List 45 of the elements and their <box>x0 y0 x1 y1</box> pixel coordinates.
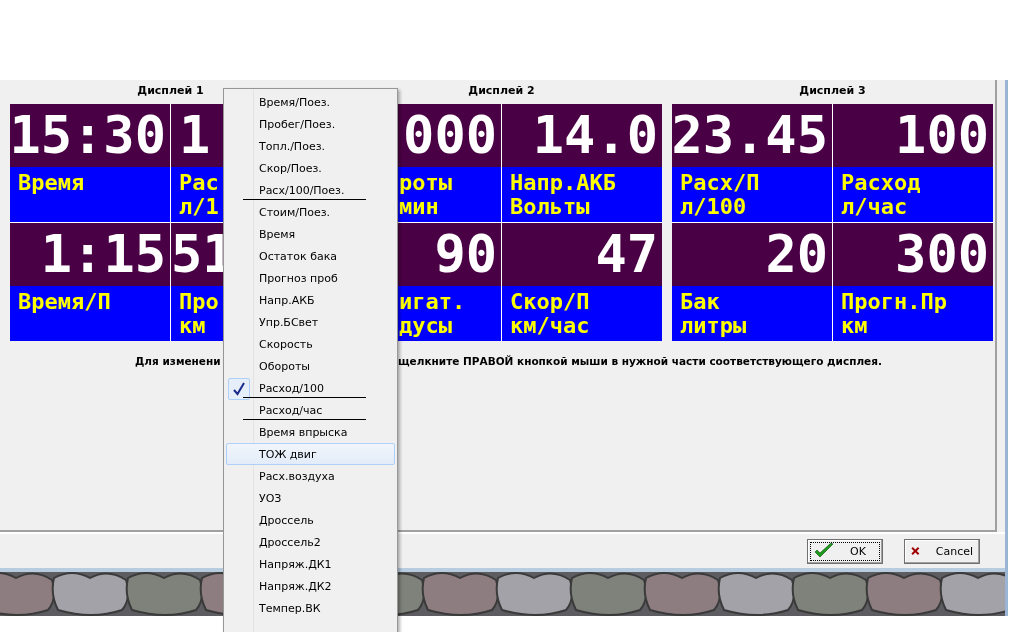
display-value: 14.0 <box>532 104 658 167</box>
menu-item[interactable]: ТОЖ двиг <box>226 443 395 465</box>
display-label: Про км <box>179 289 219 338</box>
menu-item[interactable]: Дроссель2 <box>226 531 395 553</box>
menu-item[interactable]: Обороты <box>226 355 395 377</box>
display-title: Дисплей 3 <box>799 83 866 99</box>
menu-item[interactable]: Расх.воздуха <box>226 465 395 487</box>
display-label: Напр.АКБ Вольты <box>510 170 616 219</box>
check-icon <box>814 543 834 559</box>
display-title: Дисплей 2 <box>468 83 535 99</box>
display-label: Рас л/1 <box>179 170 219 219</box>
menu-item[interactable]: Расход/100 <box>226 377 395 399</box>
display-value: 47 <box>595 223 658 286</box>
menu-item[interactable]: Темпер.ВК <box>226 597 395 619</box>
display-value: 100 <box>895 104 989 167</box>
menu-item[interactable]: УОЗ <box>226 487 395 509</box>
display-label: Время/П <box>18 289 111 314</box>
cancel-button[interactable]: Cancel <box>904 538 980 564</box>
display-label: Расход л/час <box>841 170 921 219</box>
display-value: 20 <box>765 223 828 286</box>
display-value: 300 <box>895 223 989 286</box>
menu-item[interactable]: Дроссель <box>226 509 395 531</box>
hint-text: щелкните ПРАВОЙ кнопкой мыши в нужной части соответствующего дисплея. <box>398 355 882 367</box>
check-icon <box>228 378 250 400</box>
display-label: Расх/П л/100 <box>680 170 760 219</box>
display-label: игат. дусы <box>399 289 466 338</box>
menu-item[interactable]: Расход/час <box>226 399 395 421</box>
ok-button[interactable]: OK <box>807 538 883 564</box>
display-label: Прогн.Пр км <box>841 289 947 338</box>
display-value: 90 <box>434 223 497 286</box>
display-panel[interactable]: 23.45 Расх/П л/100 100 Расход л/час 20 Бак литры 300 Прогн.Пр км <box>672 104 993 341</box>
display-title: Дисплей 1 <box>137 83 204 99</box>
display-label: Время <box>18 170 85 195</box>
hint-text: Для изменени <box>135 355 221 367</box>
display-value: 15:30 <box>10 104 166 167</box>
display-value: 1:15 <box>40 223 166 286</box>
display-value: 000 <box>403 104 497 167</box>
display-value: 23.45 <box>672 104 828 167</box>
display-label: Скор/П км/час <box>510 289 590 338</box>
menu-item[interactable]: Напряж.ДК2 <box>226 575 395 597</box>
display-label: Бак литры <box>680 289 747 338</box>
display-label: роты мин <box>399 170 452 219</box>
display-value: 1 <box>179 104 211 167</box>
menu-item[interactable]: Напряж.ДК1 <box>226 553 395 575</box>
menu-item[interactable]: Время впрыска <box>226 421 395 443</box>
